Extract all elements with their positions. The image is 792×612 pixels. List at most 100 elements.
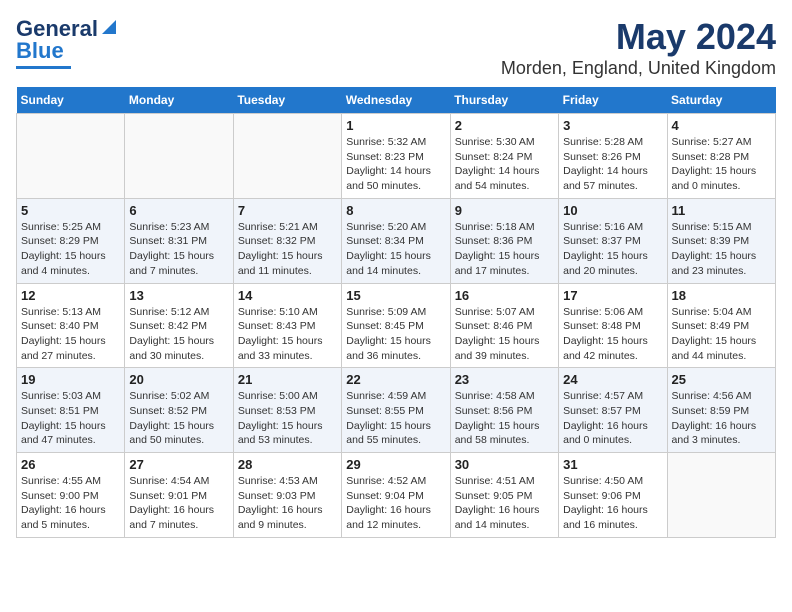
day-info: Sunrise: 4:55 AM Sunset: 9:00 PM Dayligh… [21, 474, 120, 533]
calendar-cell: 15 Sunrise: 5:09 AM Sunset: 8:45 PM Dayli… [342, 283, 450, 368]
day-info: Sunrise: 5:21 AM Sunset: 8:32 PM Dayligh… [238, 220, 337, 279]
day-number: 28 [238, 457, 337, 472]
day-number: 30 [455, 457, 554, 472]
calendar-cell: 22 Sunrise: 4:59 AM Sunset: 8:55 PM Dayli… [342, 368, 450, 453]
calendar-cell: 11 Sunrise: 5:15 AM Sunset: 8:39 PM Dayli… [667, 198, 775, 283]
day-number: 22 [346, 372, 445, 387]
day-number: 12 [21, 288, 120, 303]
location-title: Morden, England, United Kingdom [501, 58, 776, 79]
day-number: 10 [563, 203, 662, 218]
calendar-cell: 2Sunrise: 5:30 AM Sunset: 8:24 PM Daylig… [450, 114, 558, 199]
day-info: Sunrise: 4:56 AM Sunset: 8:59 PM Dayligh… [672, 389, 771, 448]
day-number: 9 [455, 203, 554, 218]
day-number: 4 [672, 118, 771, 133]
day-number: 29 [346, 457, 445, 472]
day-number: 14 [238, 288, 337, 303]
calendar-cell: 30 Sunrise: 4:51 AM Sunset: 9:05 PM Dayli… [450, 453, 558, 538]
day-info: Sunrise: 4:52 AM Sunset: 9:04 PM Dayligh… [346, 474, 445, 533]
calendar-cell: 27 Sunrise: 4:54 AM Sunset: 9:01 PM Dayli… [125, 453, 233, 538]
day-info: Sunrise: 5:20 AM Sunset: 8:34 PM Dayligh… [346, 220, 445, 279]
logo-text-blue: Blue [16, 38, 64, 63]
calendar-cell: 26 Sunrise: 4:55 AM Sunset: 9:00 PM Dayli… [17, 453, 125, 538]
day-info: Sunrise: 5:13 AM Sunset: 8:40 PM Dayligh… [21, 305, 120, 364]
day-info: Sunrise: 5:07 AM Sunset: 8:46 PM Dayligh… [455, 305, 554, 364]
day-number: 21 [238, 372, 337, 387]
calendar-header-day: Thursday [450, 87, 558, 114]
calendar-header-day: Sunday [17, 87, 125, 114]
logo: General Blue [16, 16, 118, 69]
calendar-cell: 29 Sunrise: 4:52 AM Sunset: 9:04 PM Dayli… [342, 453, 450, 538]
day-info: Sunrise: 4:54 AM Sunset: 9:01 PM Dayligh… [129, 474, 228, 533]
calendar-header-day: Tuesday [233, 87, 341, 114]
calendar-cell: 8 Sunrise: 5:20 AM Sunset: 8:34 PM Daylig… [342, 198, 450, 283]
day-number: 17 [563, 288, 662, 303]
day-info: Sunrise: 5:03 AM Sunset: 8:51 PM Dayligh… [21, 389, 120, 448]
day-info: Sunrise: 5:02 AM Sunset: 8:52 PM Dayligh… [129, 389, 228, 448]
day-number: 1 [346, 118, 445, 133]
day-number: 20 [129, 372, 228, 387]
day-info: Sunrise: 5:09 AM Sunset: 8:45 PM Dayligh… [346, 305, 445, 364]
calendar-week-row: 26 Sunrise: 4:55 AM Sunset: 9:00 PM Dayli… [17, 453, 776, 538]
day-info: Sunrise: 4:51 AM Sunset: 9:05 PM Dayligh… [455, 474, 554, 533]
calendar-cell: 7Sunrise: 5:21 AM Sunset: 8:32 PM Daylig… [233, 198, 341, 283]
calendar-cell: 28 Sunrise: 4:53 AM Sunset: 9:03 PM Dayli… [233, 453, 341, 538]
day-info: Sunrise: 4:57 AM Sunset: 8:57 PM Dayligh… [563, 389, 662, 448]
day-number: 3 [563, 118, 662, 133]
calendar-cell: 23Sunrise: 4:58 AM Sunset: 8:56 PM Dayli… [450, 368, 558, 453]
month-title: May 2024 [501, 16, 776, 58]
calendar-week-row: 12 Sunrise: 5:13 AM Sunset: 8:40 PM Dayli… [17, 283, 776, 368]
day-info: Sunrise: 5:16 AM Sunset: 8:37 PM Dayligh… [563, 220, 662, 279]
calendar-cell: 21 Sunrise: 5:00 AM Sunset: 8:53 PM Dayli… [233, 368, 341, 453]
day-number: 2 [455, 118, 554, 133]
calendar-cell: 13Sunrise: 5:12 AM Sunset: 8:42 PM Dayli… [125, 283, 233, 368]
calendar-header-day: Monday [125, 87, 233, 114]
day-number: 27 [129, 457, 228, 472]
calendar-cell: 25 Sunrise: 4:56 AM Sunset: 8:59 PM Dayli… [667, 368, 775, 453]
calendar-cell: 3Sunrise: 5:28 AM Sunset: 8:26 PM Daylig… [559, 114, 667, 199]
day-number: 19 [21, 372, 120, 387]
calendar-header-day: Wednesday [342, 87, 450, 114]
day-number: 8 [346, 203, 445, 218]
day-info: Sunrise: 5:10 AM Sunset: 8:43 PM Dayligh… [238, 305, 337, 364]
calendar-header-day: Friday [559, 87, 667, 114]
calendar-cell [233, 114, 341, 199]
calendar-cell [667, 453, 775, 538]
calendar-cell: 6 Sunrise: 5:23 AM Sunset: 8:31 PM Daylig… [125, 198, 233, 283]
day-info: Sunrise: 5:27 AM Sunset: 8:28 PM Dayligh… [672, 135, 771, 194]
calendar-cell: 12 Sunrise: 5:13 AM Sunset: 8:40 PM Dayli… [17, 283, 125, 368]
day-info: Sunrise: 5:04 AM Sunset: 8:49 PM Dayligh… [672, 305, 771, 364]
day-info: Sunrise: 5:06 AM Sunset: 8:48 PM Dayligh… [563, 305, 662, 364]
day-number: 6 [129, 203, 228, 218]
calendar-table: SundayMondayTuesdayWednesdayThursdayFrid… [16, 87, 776, 538]
calendar-cell [125, 114, 233, 199]
calendar-cell: 17 Sunrise: 5:06 AM Sunset: 8:48 PM Dayli… [559, 283, 667, 368]
day-info: Sunrise: 5:18 AM Sunset: 8:36 PM Dayligh… [455, 220, 554, 279]
logo-underline [16, 66, 71, 69]
calendar-cell: 19 Sunrise: 5:03 AM Sunset: 8:51 PM Dayli… [17, 368, 125, 453]
calendar-cell: 10 Sunrise: 5:16 AM Sunset: 8:37 PM Dayli… [559, 198, 667, 283]
day-number: 24 [563, 372, 662, 387]
day-number: 26 [21, 457, 120, 472]
calendar-cell: 4 Sunrise: 5:27 AM Sunset: 8:28 PM Daylig… [667, 114, 775, 199]
day-info: Sunrise: 5:15 AM Sunset: 8:39 PM Dayligh… [672, 220, 771, 279]
day-info: Sunrise: 5:12 AM Sunset: 8:42 PM Dayligh… [129, 305, 228, 364]
calendar-cell [17, 114, 125, 199]
day-info: Sunrise: 5:00 AM Sunset: 8:53 PM Dayligh… [238, 389, 337, 448]
day-info: Sunrise: 4:59 AM Sunset: 8:55 PM Dayligh… [346, 389, 445, 448]
calendar-header-row: SundayMondayTuesdayWednesdayThursdayFrid… [17, 87, 776, 114]
day-info: Sunrise: 4:50 AM Sunset: 9:06 PM Dayligh… [563, 474, 662, 533]
day-info: Sunrise: 4:53 AM Sunset: 9:03 PM Dayligh… [238, 474, 337, 533]
day-info: Sunrise: 5:23 AM Sunset: 8:31 PM Dayligh… [129, 220, 228, 279]
day-info: Sunrise: 5:25 AM Sunset: 8:29 PM Dayligh… [21, 220, 120, 279]
day-number: 15 [346, 288, 445, 303]
day-number: 18 [672, 288, 771, 303]
day-number: 16 [455, 288, 554, 303]
calendar-cell: 31 Sunrise: 4:50 AM Sunset: 9:06 PM Dayli… [559, 453, 667, 538]
day-number: 11 [672, 203, 771, 218]
calendar-cell: 14 Sunrise: 5:10 AM Sunset: 8:43 PM Dayli… [233, 283, 341, 368]
day-info: Sunrise: 4:58 AM Sunset: 8:56 PM Dayligh… [455, 389, 554, 448]
day-number: 31 [563, 457, 662, 472]
calendar-cell: 1Sunrise: 5:32 AM Sunset: 8:23 PM Daylig… [342, 114, 450, 199]
logo-icon [100, 18, 118, 36]
day-number: 25 [672, 372, 771, 387]
